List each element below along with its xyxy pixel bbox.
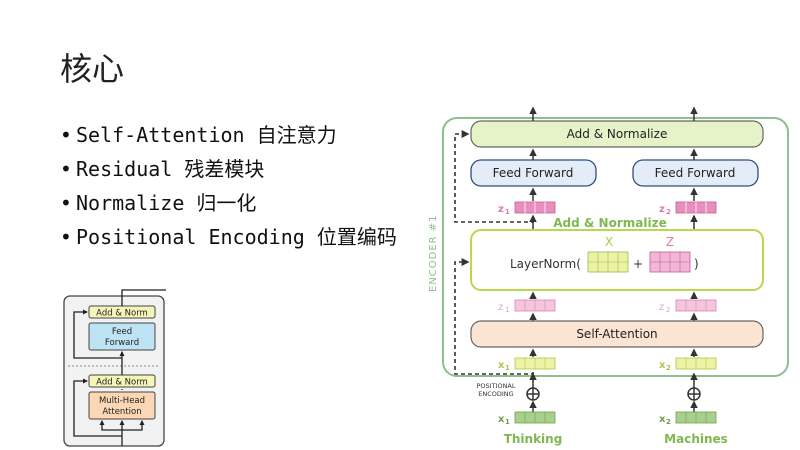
z-label: Z (666, 235, 674, 249)
small-encoder-diagram: Add & Norm Feed Forward Add & Norm Multi… (63, 289, 166, 447)
x1-embedding-vector (514, 411, 556, 424)
self-attention-label: Self-Attention (576, 327, 657, 341)
z2-top-vector (675, 201, 717, 214)
z1-mid-vector (514, 299, 556, 312)
z1-top-label: z (498, 204, 504, 215)
positional-encoding-nodes (526, 372, 701, 412)
small-feed-forward-line1: Feed (112, 327, 132, 337)
small-feed-forward-line2: Forward (105, 338, 139, 348)
output-arrows (529, 106, 698, 121)
diagrams-canvas: Add & Norm Feed Forward Add & Norm Multi… (63, 106, 789, 447)
z2-mid-vector (675, 299, 717, 312)
x1-embedding-label: x (498, 414, 505, 425)
x1-embedding-sub: 1 (505, 418, 510, 426)
add-normalize-top-label: Add & Normalize (567, 127, 668, 141)
z2-top-sub: 2 (666, 208, 671, 216)
sa-out-arrows (529, 312, 698, 321)
feed-forward-left-label: Feed Forward (493, 166, 574, 180)
small-add-norm-bottom-label: Add & Norm (96, 378, 148, 388)
positional-label-line2: ENCODING (478, 390, 513, 398)
encoder-label: ENCODER #1 (428, 214, 439, 292)
x-label: X (605, 235, 613, 249)
x2-input-sub: 2 (666, 364, 671, 372)
feed-forward-right-label: Feed Forward (655, 166, 736, 180)
z1-mid-sub: 1 (505, 306, 509, 314)
z1-mid-label: z (498, 302, 503, 313)
layernorm-prefix: LayerNorm( (510, 257, 581, 271)
small-attention-line2: Attention (102, 407, 141, 417)
x2-input-vector (675, 357, 717, 370)
close-paren: ) (694, 257, 699, 271)
x2-embedding-label: x (659, 414, 666, 425)
small-attention-line1: Multi-Head (99, 396, 145, 406)
z1-top-sub: 1 (505, 208, 510, 216)
add-normalize-mid-label: Add & Normalize (553, 216, 666, 230)
x2-input-label: x (659, 360, 666, 371)
z2-mid-label: z (659, 302, 664, 313)
positional-label-line1: POSITIONAL (476, 382, 515, 390)
x2-embedding-vector (675, 411, 717, 424)
layernorm-in-arrows (529, 291, 698, 299)
plus-sign: + (633, 257, 643, 271)
z2-top-label: z (659, 204, 665, 215)
x1-input-vector (514, 357, 556, 370)
word-thinking: Thinking (504, 432, 563, 446)
encoder-diagram: ENCODER #1 Add & Normalize Feed Forward … (428, 106, 789, 446)
word-machines: Machines (664, 432, 728, 446)
x1-input-sub: 1 (505, 364, 510, 372)
small-add-norm-top-label: Add & Norm (96, 309, 148, 319)
x1-input-label: x (498, 360, 505, 371)
z2-mid-sub: 2 (666, 306, 670, 314)
sa-in-arrows (529, 348, 698, 357)
z1-top-vector (514, 201, 556, 214)
x-matrix (587, 251, 629, 273)
z-matrix (649, 251, 691, 273)
x2-embedding-sub: 2 (666, 418, 671, 426)
